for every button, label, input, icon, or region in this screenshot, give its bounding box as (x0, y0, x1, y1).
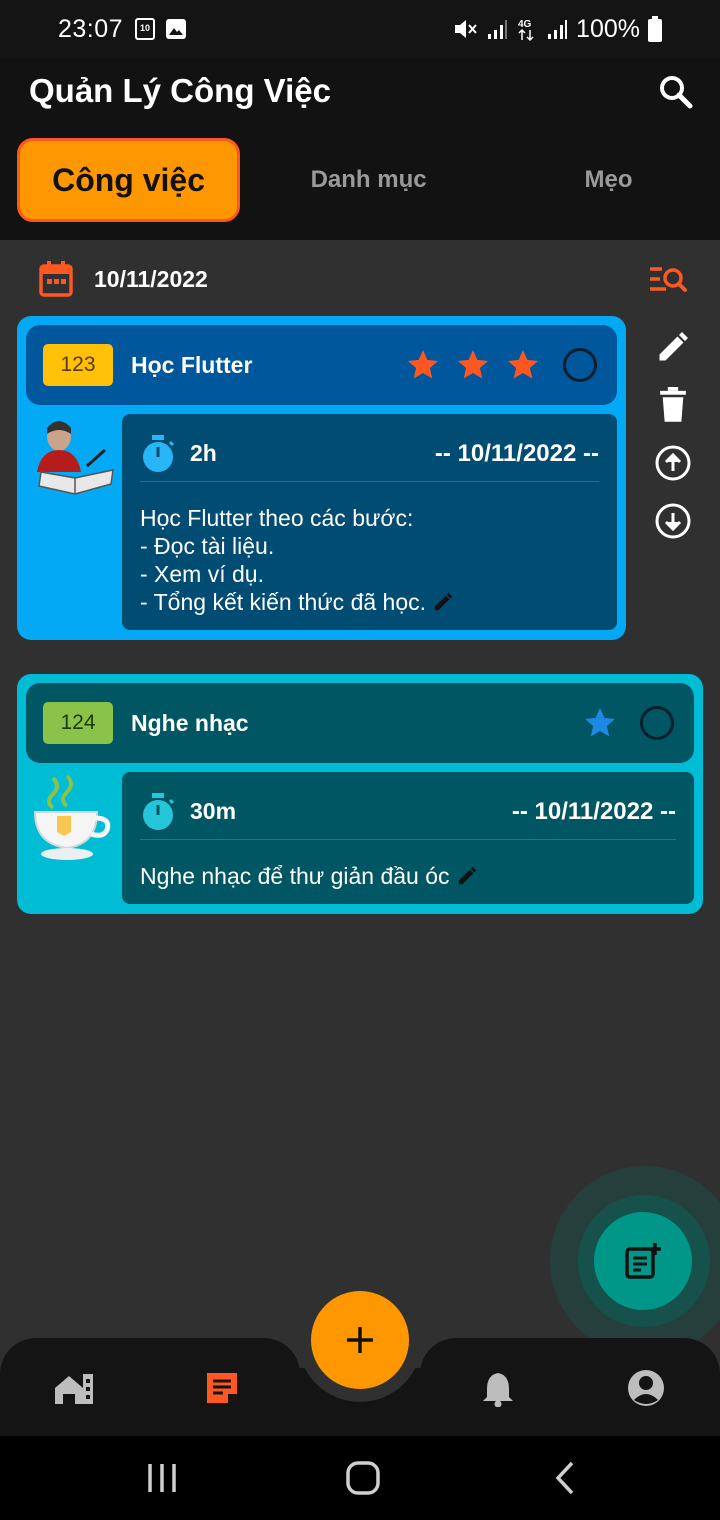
home-button-icon[interactable] (343, 1458, 383, 1498)
battery-icon (648, 16, 662, 42)
date-filter-row: 10/11/2022 (38, 258, 688, 300)
edit-icon (659, 332, 688, 361)
priority-stars (405, 347, 541, 383)
app-bar: Quản Lý Công Việc Công việc Danh mục Mẹo (0, 58, 720, 240)
tab-tasks[interactable]: Công việc (17, 138, 241, 222)
page-title: Quản Lý Công Việc (29, 72, 331, 109)
task-detail: 30m -- 10/11/2022 -- Nghe nhạc để thư gi… (122, 772, 694, 904)
nav-home[interactable] (52, 1368, 96, 1408)
plus-icon (347, 1327, 373, 1353)
signal-icon (488, 20, 508, 39)
move-up-button[interactable] (652, 442, 694, 484)
star-icon (585, 708, 615, 737)
status-bar: 23:07 10 4G 100% (0, 0, 720, 58)
move-down-button[interactable] (652, 500, 694, 542)
description-line: - Đọc tài liệu. (140, 533, 275, 559)
task-detail: 2h -- 10/11/2022 -- Học Flutter theo các… (122, 414, 617, 630)
task-id-badge: 123 (43, 344, 113, 386)
task-header: 124 Nghe nhạc (26, 683, 694, 763)
complete-toggle[interactable] (640, 706, 674, 740)
selected-date[interactable]: 10/11/2022 (94, 266, 208, 293)
move-down-icon (655, 503, 691, 539)
list-search-icon (650, 267, 687, 292)
filter-search-button[interactable] (648, 261, 688, 297)
task-description: Học Flutter theo các bước: - Đọc tài liệ… (140, 504, 454, 616)
task-due-date: -- 10/11/2022 -- (434, 439, 599, 467)
star-icon (458, 350, 488, 379)
description-line: Nghe nhạc để thư giản đầu óc (140, 863, 450, 889)
nav-left-panel (0, 1338, 300, 1436)
edit-description-icon[interactable] (432, 591, 454, 613)
tasks-icon (207, 1373, 237, 1403)
task-actions (652, 326, 694, 558)
task-card[interactable]: 124 Nghe nhạc 30m -- 10/11/2022 -- Nghe … (17, 674, 703, 914)
home-icon (55, 1374, 93, 1404)
task-due-date: -- 10/11/2022 -- (511, 797, 676, 825)
edit-description-icon[interactable] (456, 865, 478, 887)
edit-button[interactable] (652, 326, 694, 368)
recent-apps-icon[interactable] (142, 1458, 182, 1498)
delete-button[interactable] (652, 384, 694, 426)
nav-tasks[interactable] (200, 1368, 244, 1408)
note-add-icon (625, 1243, 661, 1279)
task-duration: 2h (190, 440, 217, 466)
nav-right-panel (420, 1338, 720, 1436)
notifications-icon (483, 1373, 513, 1407)
mute-icon (455, 20, 477, 38)
signal-icon (548, 20, 568, 39)
task-card[interactable]: 123 Học Flutter 2h -- 10/11/2022 -- Học … (17, 316, 626, 640)
description-line: - Tổng kết kiến thức đã học. (140, 589, 427, 615)
nav-notifications[interactable] (476, 1368, 520, 1408)
task-id-badge: 124 (43, 702, 113, 744)
svg-text:4G: 4G (518, 19, 532, 30)
task-duration: 30m (190, 798, 237, 824)
back-icon[interactable] (546, 1458, 586, 1498)
status-time: 23:07 (58, 14, 124, 43)
image-icon (166, 19, 187, 39)
calendar-icon[interactable] (38, 260, 74, 298)
tab-bar: Công việc Danh mục Mẹo (0, 138, 720, 222)
stopwatch-icon (143, 434, 175, 472)
tea-cup-icon (33, 774, 111, 860)
add-task-button[interactable] (311, 1291, 409, 1389)
stopwatch-icon (143, 792, 175, 830)
tab-tips[interactable]: Mẹo (497, 138, 720, 222)
add-note-button[interactable] (594, 1212, 692, 1310)
student-reading-icon (37, 421, 114, 495)
priority-stars (582, 705, 618, 741)
account-icon (628, 1370, 664, 1406)
star-icon (408, 350, 438, 379)
system-navigation (0, 1436, 720, 1520)
search-button[interactable] (658, 74, 694, 110)
4g-icon: 4G (518, 19, 534, 42)
nav-account[interactable] (624, 1368, 668, 1408)
tab-categories[interactable]: Danh mục (257, 138, 480, 222)
task-description: Nghe nhạc để thư giản đầu óc (140, 862, 478, 890)
battery-percent: 100% (576, 14, 640, 43)
move-up-icon (655, 445, 691, 481)
description-line: Học Flutter theo các bước: (140, 505, 414, 531)
task-header: 123 Học Flutter (26, 325, 617, 405)
star-icon (508, 350, 538, 379)
complete-toggle[interactable] (563, 348, 597, 382)
search-icon (660, 76, 693, 109)
task-title: Học Flutter (131, 351, 253, 378)
description-line: - Xem ví dụ. (140, 561, 264, 587)
delete-icon (660, 387, 686, 422)
task-title: Nghe nhạc (131, 709, 249, 736)
calendar-icon: 10 (135, 18, 156, 40)
